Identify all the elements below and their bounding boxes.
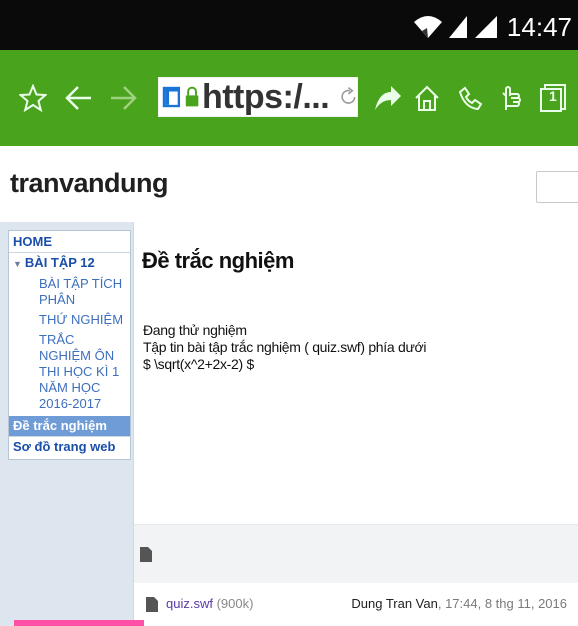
file-icon: [140, 547, 152, 562]
tab-icon: [162, 86, 181, 108]
voice-icon[interactable]: [454, 50, 484, 146]
forward-icon[interactable]: [108, 50, 138, 146]
nav-item-trac-nghiem-on-thi[interactable]: TRẮC NGHIỆM ÔN THI HỌC KÌ 1 NĂM HỌC 2016…: [9, 330, 130, 416]
sidebar-nav: HOME ▼ BÀI TẬP 12 BÀI TẬP TÍCH PHÂN THỨ N…: [8, 230, 131, 460]
nav-item-thu-nghiem[interactable]: THỨ NGHIỆM: [9, 310, 130, 330]
triangle-down-icon: ▼: [13, 259, 22, 269]
signal-icon-2: [474, 16, 497, 38]
browser-toolbar: https:/... 1: [0, 50, 578, 146]
tabs-count: 1: [549, 88, 557, 104]
tabs-count-icon[interactable]: 1: [538, 50, 572, 146]
site-title[interactable]: tranvandung: [10, 168, 169, 199]
page-title: Đề trắc nghiệm: [142, 248, 294, 273]
keyboard-hint-bar: [14, 620, 144, 626]
main-content: Đề trắc nghiệm Đang thử nghiệm Tập tin b…: [133, 222, 578, 626]
attachments-header: [134, 524, 578, 583]
attachment-date: , 17:44, 8 thg 11, 2016: [437, 596, 567, 611]
signal-icon: [448, 16, 467, 38]
content-body: Đang thử nghiệm Tập tin bài tập trắc ngh…: [143, 322, 427, 373]
sidebar: HOME ▼ BÀI TẬP 12 BÀI TẬP TÍCH PHÂN THỨ N…: [0, 222, 133, 626]
status-bar: 14:47: [0, 0, 578, 50]
content-line: Tập tin bài tập trắc nghiệm ( quiz.swf) …: [143, 339, 427, 355]
address-bar[interactable]: https:/...: [158, 77, 358, 117]
nav-sitemap[interactable]: Sơ đồ trang web: [9, 437, 130, 459]
hand-icon[interactable]: [496, 50, 526, 146]
file-icon: [146, 597, 158, 612]
url-text: https:/...: [201, 77, 330, 116]
lock-icon: [185, 86, 199, 107]
attachment-name[interactable]: quiz.swf: [166, 596, 213, 611]
reload-icon[interactable]: [339, 84, 358, 110]
attachment-meta: Dung Tran Van, 17:44, 8 thg 11, 2016: [351, 596, 567, 611]
wifi-icon: [413, 16, 442, 38]
attachment-row: quiz.swf (900k) Dung Tran Van, 17:44, 8 …: [134, 584, 578, 626]
attachment-author[interactable]: Dung Tran Van: [351, 596, 437, 611]
content-line: $ \sqrt(x^2+2x-2) $: [143, 356, 254, 372]
attachment-link[interactable]: quiz.swf (900k): [166, 596, 253, 611]
attachment-size: (900k): [216, 596, 254, 611]
home-icon[interactable]: [412, 50, 442, 146]
clock: 14:47: [506, 12, 572, 42]
star-icon[interactable]: [18, 50, 48, 146]
status-icons: 14:47: [413, 10, 572, 44]
nav-home[interactable]: HOME: [9, 231, 130, 252]
share-icon[interactable]: [372, 50, 404, 146]
search-input[interactable]: [536, 171, 578, 203]
content-line: Đang thử nghiệm: [143, 322, 247, 338]
nav-section-bai-tap-12[interactable]: ▼ BÀI TẬP 12: [9, 253, 130, 274]
nav-section-label: BÀI TẬP 12: [24, 255, 95, 270]
site-header: tranvandung: [0, 146, 578, 222]
back-icon[interactable]: [64, 50, 94, 146]
nav-item-bai-tap-tich-phan[interactable]: BÀI TẬP TÍCH PHÂN: [9, 274, 130, 310]
nav-item-de-trac-nghiem[interactable]: Đề trắc nghiệm: [9, 416, 130, 436]
